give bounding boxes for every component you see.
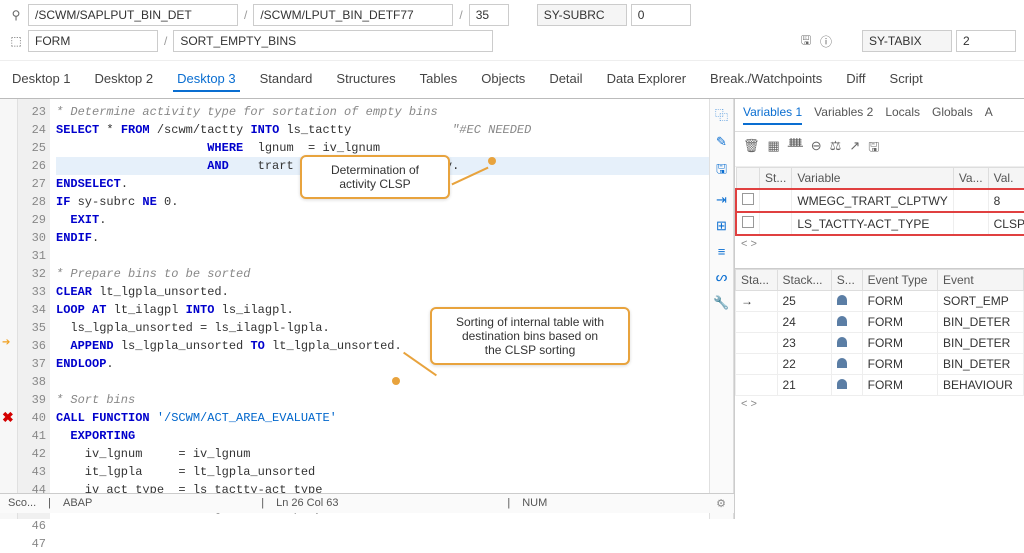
variables-toolbar: 🗑 ▦ ᚙ ⊖ ⚖ ↗ 🖫 <box>735 132 1024 167</box>
tab-standard[interactable]: Standard <box>256 67 317 92</box>
tool-icon[interactable]: ᔕ <box>716 269 728 285</box>
tab-watchpoints[interactable]: Break./Watchpoints <box>706 67 826 92</box>
tab-detail[interactable]: Detail <box>545 67 586 92</box>
main-tabstrip: Desktop 1 Desktop 2 Desktop 3 Standard S… <box>0 61 1024 99</box>
annotation-callout-2: Sorting of internal table with destinati… <box>430 307 630 365</box>
tab-tables[interactable]: Tables <box>416 67 462 92</box>
info-icon[interactable]: ⓘ <box>818 33 834 50</box>
status-lang: ABAP <box>63 497 92 510</box>
tool-icon[interactable]: 🔧 <box>713 295 729 311</box>
annotation-callout-1: Determination of activity CLSP <box>300 155 450 199</box>
current-line-marker: ➔ <box>2 337 10 348</box>
tab-diff[interactable]: Diff <box>842 67 869 92</box>
tool-icon[interactable]: ⊞ <box>716 218 727 234</box>
tab-objects[interactable]: Objects <box>477 67 529 92</box>
stack-row[interactable]: 24FORMBIN_DETER <box>736 312 1024 333</box>
tool-icon[interactable]: ⇥ <box>716 192 727 208</box>
program-field[interactable]: /SCWM/SAPLPUT_BIN_DET <box>28 4 238 26</box>
col-event[interactable]: Event <box>938 270 1024 291</box>
editor-toolbar: ⿻ ✎ 🖫 ⇥ ⊞ ≡ ᔕ 🔧 <box>709 99 733 519</box>
tab-desktop1[interactable]: Desktop 1 <box>8 67 75 92</box>
form-label-field[interactable]: FORM <box>28 30 158 52</box>
share-icon[interactable]: ↗ <box>849 138 860 160</box>
tree-icon[interactable]: ᚙ <box>788 138 803 160</box>
callstack-panel: Sta... Stack... S... Event Type Event →2… <box>735 268 1024 519</box>
status-bar: Sco... | ABAP | Ln 26 Col 63 | NUM ⚙ <box>0 493 734 513</box>
tab-desktop2[interactable]: Desktop 2 <box>91 67 158 92</box>
marker-gutter: ➔ ✖ <box>0 99 18 519</box>
tab-globals[interactable]: Globals <box>932 105 973 125</box>
save-icon[interactable]: 🖫 <box>798 31 814 52</box>
variable-row[interactable]: LS_TACTTY-ACT_TYPE CLSP <box>736 212 1024 235</box>
separator: / <box>242 8 249 22</box>
col-value[interactable]: Val. <box>988 168 1024 190</box>
col-variable[interactable]: Variable <box>792 168 953 190</box>
stack-row[interactable]: 22FORMBIN_DETER <box>736 354 1024 375</box>
scroll-indicator[interactable]: < > <box>735 236 1024 252</box>
delete-icon[interactable]: 🗑 <box>743 138 760 160</box>
stack-row[interactable]: 21FORMBEHAVIOUR <box>736 375 1024 396</box>
col-stack[interactable]: Stack... <box>777 270 831 291</box>
tool-icon[interactable]: ≡ <box>718 244 726 259</box>
callout-dot <box>488 157 496 165</box>
separator: / <box>162 34 169 48</box>
checkbox[interactable] <box>742 216 754 228</box>
subrc-value: 0 <box>631 4 691 26</box>
tab-dataexplorer[interactable]: Data Explorer <box>603 67 690 92</box>
subrc-label: SY-SUBRC <box>537 4 627 26</box>
tool-icon[interactable]: 🖫 <box>716 160 727 182</box>
save-icon[interactable]: 🖫 <box>868 138 879 160</box>
minus-icon[interactable]: ⊖ <box>811 138 822 160</box>
grid-icon[interactable]: ▦ <box>768 138 780 160</box>
stack-row[interactable]: 23FORMBIN_DETER <box>736 333 1024 354</box>
callout-dot <box>392 377 400 385</box>
routine-field[interactable]: SORT_EMPTY_BINS <box>173 30 493 52</box>
line-field[interactable]: 35 <box>469 4 509 26</box>
stack-row[interactable]: →25FORMSORT_EMP <box>736 291 1024 312</box>
separator: / <box>457 8 464 22</box>
col-eventtype[interactable]: Event Type <box>862 270 937 291</box>
line-number-gutter: 2324252627282930313233343536373839404142… <box>18 99 50 519</box>
tab-structures[interactable]: Structures <box>332 67 399 92</box>
tab-more[interactable]: A <box>985 105 993 125</box>
settings-icon[interactable]: ⚙ <box>716 497 726 510</box>
scroll-indicator[interactable]: < > <box>735 396 1024 412</box>
include-field[interactable]: /SCWM/LPUT_BIN_DETF77 <box>253 4 453 26</box>
tabix-value: 2 <box>956 30 1016 52</box>
variable-row[interactable]: WMEGC_TRART_CLPTWY 8 <box>736 189 1024 212</box>
variables-tabs: Variables 1 Variables 2 Locals Globals A <box>735 99 1024 132</box>
col-sta[interactable]: Sta... <box>736 270 778 291</box>
main-split: ➔ ✖ 232425262728293031323334353637383940… <box>0 99 1024 519</box>
callstack-table: Sta... Stack... S... Event Type Event →2… <box>735 269 1024 396</box>
cube-icon: ⬚ <box>8 34 24 48</box>
breakpoint-icon[interactable]: ✖ <box>2 409 14 426</box>
code-editor: ➔ ✖ 232425262728293031323334353637383940… <box>0 99 734 519</box>
tab-desktop3[interactable]: Desktop 3 <box>173 67 240 92</box>
checkbox[interactable] <box>742 193 754 205</box>
tab-variables2[interactable]: Variables 2 <box>814 105 873 125</box>
col-status[interactable]: St... <box>760 168 792 190</box>
tab-script[interactable]: Script <box>886 67 927 92</box>
tab-locals[interactable]: Locals <box>885 105 920 125</box>
user-icon: ⚲ <box>8 8 24 22</box>
status-num: NUM <box>522 497 547 510</box>
col-vatype[interactable]: Va... <box>953 168 988 190</box>
tool-icon[interactable]: ⿻ <box>715 105 728 124</box>
debugger-header: ⚲ /SCWM/SAPLPUT_BIN_DET / /SCWM/LPUT_BIN… <box>0 0 1024 61</box>
compare-icon[interactable]: ⚖ <box>830 138 842 160</box>
status-scope: Sco... <box>8 497 36 510</box>
tool-icon[interactable]: ✎ <box>716 134 727 150</box>
status-position: Ln 26 Col 63 <box>276 497 338 510</box>
col-s[interactable]: S... <box>831 270 862 291</box>
tab-variables1[interactable]: Variables 1 <box>743 105 802 125</box>
variables-table: St... Variable Va... Val. WMEGC_TRART_CL… <box>735 167 1024 236</box>
tabix-label: SY-TABIX <box>862 30 952 52</box>
variables-panel: Variables 1 Variables 2 Locals Globals A… <box>734 99 1024 519</box>
